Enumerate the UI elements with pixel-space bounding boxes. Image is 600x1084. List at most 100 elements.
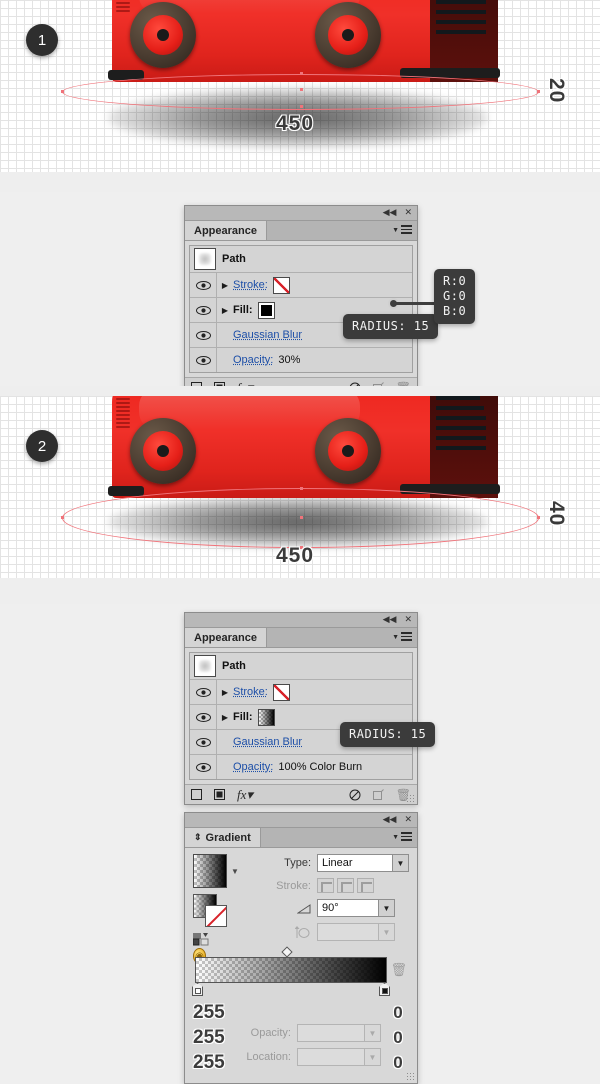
fill-stroke-indicator[interactable] xyxy=(193,894,231,928)
location-field[interactable] xyxy=(297,1048,365,1066)
gaussian-blur-label[interactable]: Gaussian Blur xyxy=(233,736,302,748)
visibility-eye-icon[interactable] xyxy=(190,755,217,779)
fill-swatch-black[interactable] xyxy=(257,301,275,319)
appearance-panel-1[interactable]: ◀◀ ✕ Appearance ▼ Path ▶ Stroke: ▶ Fill:… xyxy=(184,205,418,398)
collapse-icon[interactable]: ◀◀ xyxy=(383,815,397,825)
stroke-swatch-none[interactable] xyxy=(272,683,290,701)
appearance-list: Path ▶ Stroke: ▶ Fill: Gaussian Blur Opa… xyxy=(189,652,413,780)
type-field[interactable]: Linear xyxy=(317,854,393,872)
gradient-opacity-row[interactable]: Opacity: ▼ xyxy=(239,1024,381,1042)
visibility-eye-icon[interactable] xyxy=(190,298,217,322)
left-stop-rgb-annotation: 255 255 255 xyxy=(193,1000,239,1075)
stroke-align-across-button[interactable] xyxy=(357,878,374,893)
angle-dropdown-icon[interactable]: ▼ xyxy=(379,899,395,917)
panel-tabbar: ⇕ Gradient ▼ xyxy=(185,828,417,848)
gradient-aspect-row[interactable]: ▼ xyxy=(259,923,409,941)
selection-anchor[interactable] xyxy=(300,72,303,75)
path-label: Path xyxy=(222,253,246,265)
appearance-row-path[interactable]: Path xyxy=(190,653,412,680)
opacity-field[interactable] xyxy=(297,1024,365,1042)
visibility-eye-icon[interactable] xyxy=(190,680,217,704)
expand-arrow-icon[interactable]: ▶ xyxy=(217,713,233,722)
expand-arrow-icon[interactable]: ▶ xyxy=(217,281,233,290)
gradient-preview-swatch[interactable] xyxy=(193,854,227,888)
left-stop-b: 255 xyxy=(193,1052,225,1073)
collapse-icon[interactable]: ◀◀ xyxy=(383,208,397,218)
dimension-width-1: 450 xyxy=(276,112,315,135)
opacity-label[interactable]: Opacity: xyxy=(233,354,273,366)
panel-menu-icon[interactable]: ▼ xyxy=(392,632,412,643)
resize-grip[interactable] xyxy=(406,794,415,803)
appearance-row-opacity[interactable]: Opacity: 30% xyxy=(190,348,412,372)
gradient-stop-right[interactable] xyxy=(379,983,390,996)
gradient-midpoint-handle[interactable] xyxy=(281,946,293,958)
angle-field[interactable]: 90° xyxy=(317,899,379,917)
stroke-align-within-button[interactable] xyxy=(317,878,334,893)
appearance-row-opacity[interactable]: Opacity: 100% Color Burn xyxy=(190,755,412,779)
appearance-row-path[interactable]: Path xyxy=(190,246,412,273)
gradient-apply-buttons[interactable] xyxy=(193,933,239,946)
selection-anchor[interactable] xyxy=(300,105,303,108)
gradient-location-row[interactable]: Location: ▼ xyxy=(239,1048,381,1066)
stroke-label[interactable]: Stroke: xyxy=(233,279,268,291)
add-new-effect-icon[interactable]: fx▾ xyxy=(237,787,253,803)
visibility-eye-icon[interactable] xyxy=(190,730,217,754)
expand-arrow-icon[interactable]: ▶ xyxy=(217,688,233,697)
visibility-eye-icon[interactable] xyxy=(190,348,217,372)
opacity-dropdown-icon[interactable]: ▼ xyxy=(365,1024,381,1042)
panel-menu-icon[interactable]: ▼ xyxy=(392,832,412,843)
location-dropdown-icon[interactable]: ▼ xyxy=(365,1048,381,1066)
add-new-fill-icon[interactable] xyxy=(214,789,225,800)
selection-anchor[interactable] xyxy=(300,487,303,490)
duplicate-item-icon[interactable] xyxy=(372,789,384,800)
add-new-stroke-icon[interactable] xyxy=(191,789,202,800)
right-stop-g: 0 xyxy=(393,1028,403,1047)
selection-anchor[interactable] xyxy=(537,90,540,93)
visibility-eye-icon[interactable] xyxy=(190,705,217,729)
tab-appearance[interactable]: Appearance xyxy=(185,628,267,647)
path-thumbnail xyxy=(194,248,216,270)
gaussian-blur-label[interactable]: Gaussian Blur xyxy=(233,329,302,341)
chevron-down-icon[interactable]: ▼ xyxy=(231,867,239,876)
aspect-field[interactable] xyxy=(317,923,379,941)
stroke-label[interactable]: Stroke: xyxy=(233,686,268,698)
tab-gradient[interactable]: ⇕ Gradient xyxy=(185,828,261,847)
visibility-eye-icon[interactable] xyxy=(190,323,217,347)
collapse-icon[interactable]: ◀◀ xyxy=(383,615,397,625)
gradient-stop-left[interactable] xyxy=(192,983,203,996)
stroke-swatch-none[interactable] xyxy=(272,276,290,294)
close-icon[interactable]: ✕ xyxy=(404,208,412,218)
appearance-row-stroke[interactable]: ▶ Stroke: xyxy=(190,273,412,298)
gradient-type-row[interactable]: Type: Linear ▼ xyxy=(259,854,409,872)
fill-label[interactable]: Fill: xyxy=(233,711,253,723)
opacity-label[interactable]: Opacity: xyxy=(233,761,273,773)
appearance-row-stroke[interactable]: ▶ Stroke: xyxy=(190,680,412,705)
type-dropdown-icon[interactable]: ▼ xyxy=(393,854,409,872)
bus-grille xyxy=(116,0,130,14)
appearance-panel-2[interactable]: ◀◀ ✕ Appearance ▼ Path ▶ Stroke: ▶ Fill:… xyxy=(184,612,418,805)
clear-appearance-icon[interactable] xyxy=(349,789,361,801)
stroke-align-center-button[interactable] xyxy=(337,878,354,893)
panel-menu-icon[interactable]: ▼ xyxy=(392,225,412,236)
expand-arrow-icon[interactable]: ▶ xyxy=(217,306,233,315)
selection-anchor[interactable] xyxy=(61,516,64,519)
selection-anchor[interactable] xyxy=(537,516,540,519)
fill-swatch-gradient[interactable] xyxy=(257,708,275,726)
gradient-angle-row[interactable]: 90° ▼ xyxy=(259,899,409,917)
gradient-strip[interactable] xyxy=(195,957,387,983)
dimension-height-2: 40 xyxy=(545,501,568,527)
delete-stop-icon[interactable]: 🗑 xyxy=(390,962,407,978)
close-icon[interactable]: ✕ xyxy=(404,615,412,625)
fill-label[interactable]: Fill: xyxy=(233,304,253,316)
selection-anchor[interactable] xyxy=(300,88,303,91)
tab-appearance[interactable]: Appearance xyxy=(185,221,267,240)
aspect-dropdown-icon[interactable]: ▼ xyxy=(379,923,395,941)
selection-anchor[interactable] xyxy=(61,90,64,93)
resize-grip[interactable] xyxy=(406,1072,415,1081)
close-icon[interactable]: ✕ xyxy=(404,815,412,825)
stroke-indicator-none[interactable] xyxy=(205,905,227,927)
visibility-eye-icon[interactable] xyxy=(190,273,217,297)
gradient-panel[interactable]: ◀◀ ✕ ⇕ Gradient ▼ ▼ ◉ Type: Linear ▼ Str… xyxy=(184,812,418,1084)
gradient-slider[interactable]: 🗑 xyxy=(192,946,407,996)
selection-anchor[interactable] xyxy=(300,516,303,519)
